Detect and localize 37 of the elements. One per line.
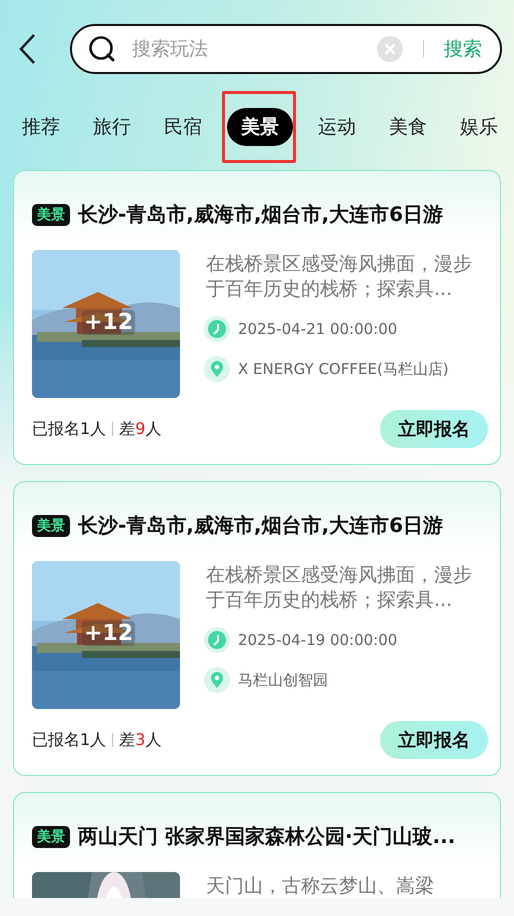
search-icon [88, 35, 116, 63]
clock-icon [204, 627, 230, 653]
category-badge: 美景 [32, 514, 70, 536]
signup-count: 已报名1人 [32, 730, 106, 750]
event-card[interactable]: 美景 长沙-青岛市,威海市,烟台市,大连市6日游 +12 在栈桥景区感受海风拂面，漫步于百年历史的栈桥；探索具... 2025-04-19 00:00:00 马栏山创智园 已报名1人 差3人 立即报名 [13, 481, 501, 776]
event-location: 马栏山创智园 [238, 670, 328, 690]
event-title: 长沙-青岛市,威海市,烟台市,大连市6日游 [78, 512, 444, 539]
event-description: 在栈桥景区感受海风拂面，漫步于百年历史的栈桥；探索具... [205, 563, 473, 613]
category-tab[interactable]: 运动 [310, 108, 364, 146]
event-date: 2025-04-19 00:00:00 [238, 631, 398, 649]
event-date: 2025-04-21 00:00:00 [238, 320, 398, 338]
event-card[interactable]: 美景 两山天门 张家界国家森林公园·天门山玻... 天门山，古称云梦山、嵩梁 [13, 792, 501, 898]
spots-left: 差9人 [119, 418, 162, 440]
photo-count: +12 [82, 621, 136, 646]
category-tab[interactable]: 推荐 [14, 108, 68, 146]
location-pin-icon [204, 667, 230, 693]
signup-button[interactable]: 立即报名 [380, 410, 488, 448]
event-title: 两山天门 张家界国家森林公园·天门山玻... [78, 823, 456, 850]
category-tab[interactable]: 娱乐 [452, 108, 506, 146]
category-tab[interactable]: 旅行 [85, 108, 139, 146]
location-pin-icon [204, 356, 230, 382]
photo-count: +12 [82, 310, 136, 335]
spots-left: 差3人 [119, 730, 162, 750]
event-card[interactable]: 美景 长沙-青岛市,威海市,烟台市,大连市6日游 +12 在栈桥景区感受海风拂面，漫步于百年历史的栈桥；探索具... 2025-04-21 00:00:00 X ENERGY COFFEE(马栏山店) 已报名1人 差9人 立即报名 [13, 170, 501, 465]
signup-count: 已报名1人 [32, 418, 106, 440]
signup-button[interactable]: 立即报名 [380, 721, 488, 759]
clock-icon [204, 316, 230, 342]
category-badge: 美景 [32, 826, 70, 848]
event-location: X ENERGY COFFEE(马栏山店) [238, 360, 449, 378]
category-badge: 美景 [32, 204, 70, 226]
event-title: 长沙-青岛市,威海市,烟台市,大连市6日游 [78, 201, 444, 228]
category-tab[interactable]: 美食 [381, 108, 435, 146]
back-icon[interactable] [18, 33, 36, 65]
event-description: 在栈桥景区感受海风拂面，漫步于百年历史的栈桥；探索具... [205, 252, 473, 302]
category-tab[interactable]: 美景 [227, 108, 293, 146]
category-tab[interactable]: 民宿 [156, 108, 210, 146]
event-description: 天门山，古称云梦山、嵩梁 [205, 874, 435, 898]
